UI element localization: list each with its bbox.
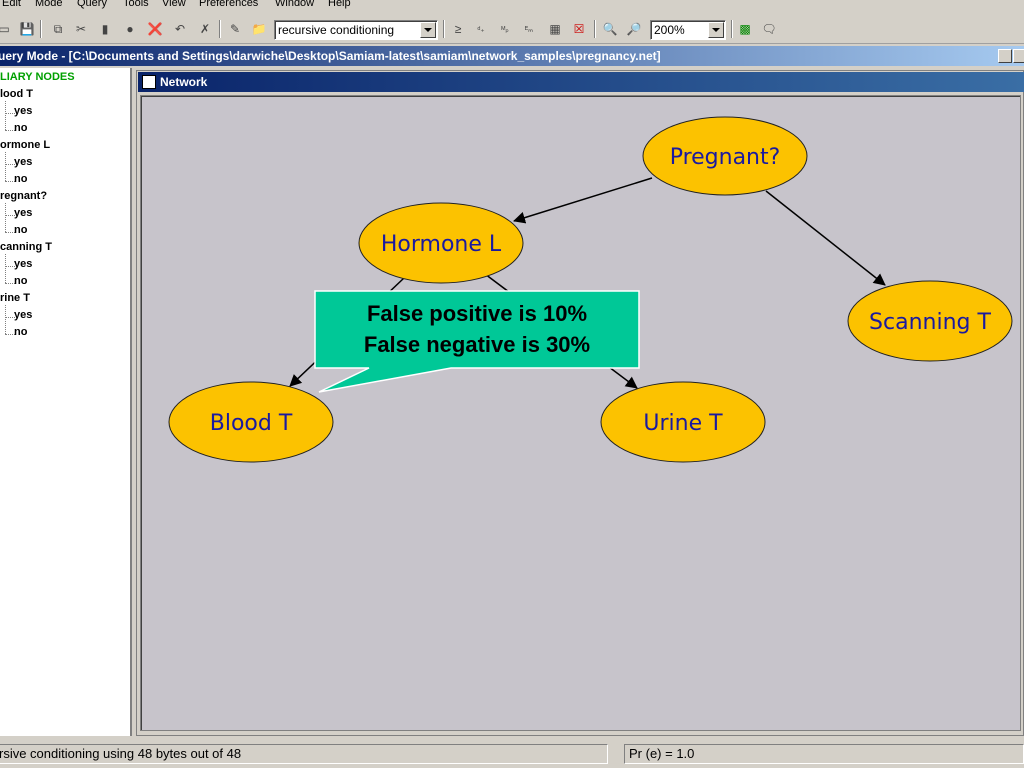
tree-state-no[interactable]: no <box>14 275 27 287</box>
zoom-in-icon[interactable]: 🔍 <box>602 21 618 37</box>
network-canvas[interactable]: Pregnant? Hormone L Scanning T Blood T U… <box>140 95 1021 731</box>
node-hormone-label: Hormone L <box>381 232 502 257</box>
status-probability: Pr (e) = 1.0 <box>624 744 1024 764</box>
scissors-icon[interactable]: ✗ <box>197 21 213 37</box>
menu-help[interactable]: Help <box>328 0 351 9</box>
menu-tools[interactable]: Tools <box>123 0 149 9</box>
cut-icon[interactable]: ✂ <box>73 21 89 37</box>
status-message: rsive conditioning using 48 bytes out of… <box>0 744 608 764</box>
chevron-down-icon[interactable] <box>708 22 724 38</box>
node-pregnant[interactable]: Pregnant? <box>642 116 808 196</box>
evidence-tree-panel: LIARY NODES lood T yes no ormone L yes n… <box>0 68 132 736</box>
network-frame-title-bar[interactable]: Network <box>138 72 1024 92</box>
map-icon[interactable]: ᴹₚ <box>497 21 513 37</box>
tree-state-no[interactable]: no <box>14 173 27 185</box>
network-frame: Network Pregnant? Hormone L Scanning T B… <box>136 70 1024 736</box>
tree-node-hormone-l[interactable]: ormone L <box>0 139 50 151</box>
tree-node-blood-t[interactable]: lood T <box>0 88 33 100</box>
tree-state-no[interactable]: no <box>14 122 27 134</box>
toolbar: ▭ 💾 ⧉ ✂ ▮ ● ❌ ↶ ✗ ✎ 📁 recursive conditio… <box>0 12 1024 44</box>
zoom-select[interactable]: 200% <box>650 20 726 40</box>
window-title: uery Mode - [C:\Documents and Settings\d… <box>0 49 661 63</box>
edit-icon[interactable]: ✎ <box>227 21 243 37</box>
close-icon[interactable]: ▭ <box>0 21 12 37</box>
tree-state-no[interactable]: no <box>14 326 27 338</box>
zoom-value: 200% <box>654 23 685 37</box>
node-pregnant-label: Pregnant? <box>670 145 781 170</box>
node-urine-label: Urine T <box>643 411 723 436</box>
tree-state-no[interactable]: no <box>14 224 27 236</box>
geq-icon[interactable]: ≥ <box>450 21 466 37</box>
tree-root-label[interactable]: LIARY NODES <box>0 71 75 83</box>
tree-state-yes[interactable]: yes <box>14 207 32 219</box>
menu-bar: Edit Mode Query Tools View Preferences W… <box>0 0 1024 12</box>
folder-icon[interactable]: 📁 <box>251 21 267 37</box>
tree-node-urine-t[interactable]: rine T <box>0 292 30 304</box>
comment-icon[interactable]: 🗨 <box>761 21 777 37</box>
tree-state-yes[interactable]: yes <box>14 105 32 117</box>
java-cup-icon <box>142 75 156 89</box>
restore-button[interactable] <box>1013 49 1024 63</box>
save-icon[interactable]: 💾 <box>19 21 35 37</box>
algorithm-value: recursive conditioning <box>278 23 395 37</box>
edge-pregnant-scanning <box>765 190 886 286</box>
edge-pregnant-hormone <box>513 177 653 224</box>
route-icon[interactable]: ↶ <box>172 21 188 37</box>
callout-line-1: False positive is 10% <box>367 301 587 326</box>
node-scanning[interactable]: Scanning T <box>847 280 1013 362</box>
menu-window[interactable]: Window <box>275 0 314 9</box>
node-hormone[interactable]: Hormone L <box>358 202 524 284</box>
network-diagram: Pregnant? Hormone L Scanning T Blood T U… <box>168 116 1013 463</box>
record-icon[interactable]: ● <box>122 21 138 37</box>
delete-icon[interactable]: ❌ <box>147 21 163 37</box>
tree-state-yes[interactable]: yes <box>14 309 32 321</box>
menu-preferences[interactable]: Preferences <box>199 0 258 9</box>
tree-node-pregnant[interactable]: regnant? <box>0 190 47 202</box>
node-scanning-label: Scanning T <box>869 310 991 335</box>
menu-view[interactable]: View <box>162 0 186 9</box>
menu-mode[interactable]: Mode <box>35 0 63 9</box>
node-urine[interactable]: Urine T <box>600 381 766 463</box>
status-bar: rsive conditioning using 48 bytes out of… <box>0 742 1024 768</box>
menu-edit[interactable]: Edit <box>2 0 21 9</box>
main-window-title-bar: uery Mode - [C:\Documents and Settings\d… <box>0 46 1024 66</box>
callout-note: False positive is 10% False negative is … <box>314 290 640 393</box>
tree-state-yes[interactable]: yes <box>14 258 32 270</box>
node-blood-label: Blood T <box>210 411 293 436</box>
tree-node-scanning-t[interactable]: canning T <box>0 241 52 253</box>
clear-icon[interactable]: ☒ <box>571 21 587 37</box>
copy-icon[interactable]: ⧉ <box>50 21 66 37</box>
callout-line-2: False negative is 30% <box>364 332 590 357</box>
minimize-button[interactable] <box>998 49 1012 63</box>
node-blood[interactable]: Blood T <box>168 381 334 463</box>
chevron-down-icon[interactable] <box>420 22 436 38</box>
algorithm-select[interactable]: recursive conditioning <box>274 20 438 40</box>
paste-icon[interactable]: ▮ <box>97 21 113 37</box>
network-frame-title: Network <box>160 75 208 89</box>
help-icon[interactable]: ▩ <box>737 21 753 37</box>
epm-icon[interactable]: ᴱₘ <box>521 21 537 37</box>
tree-state-yes[interactable]: yes <box>14 156 32 168</box>
mpe-icon[interactable]: ᵈ₊ <box>473 21 489 37</box>
menu-query[interactable]: Query <box>77 0 107 9</box>
table-icon[interactable]: ▦ <box>547 21 563 37</box>
zoom-out-icon[interactable]: 🔎 <box>626 21 642 37</box>
